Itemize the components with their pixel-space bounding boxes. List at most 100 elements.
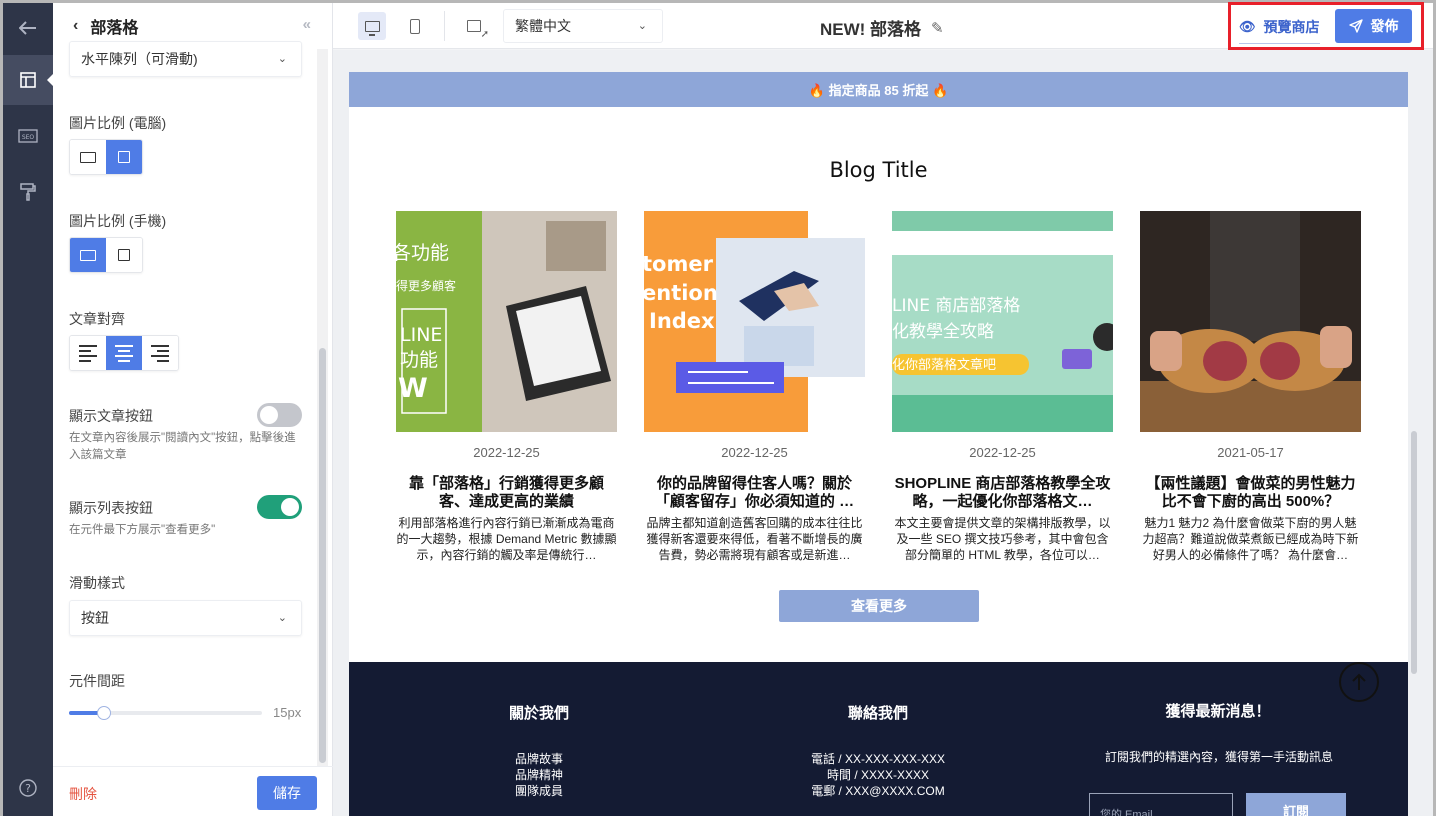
- post-title[interactable]: 你的品牌留得住客人嗎？關於「顧客留存」你必須知道的 …: [644, 475, 865, 511]
- arrow-up-icon: [1352, 673, 1366, 690]
- svg-text:SEO: SEO: [22, 134, 35, 141]
- show-article-button-label: 顯示文章按鈕: [69, 408, 153, 424]
- blog-section-title: Blog Title: [829, 158, 928, 182]
- send-icon: [1348, 19, 1363, 33]
- show-list-button-label: 顯示列表按鈕: [69, 500, 153, 516]
- footer-contact-lines: 電話 / XX-XXX-XXX-XXX 時間 / XXXX-XXXX 電郵 / …: [758, 751, 998, 799]
- view-more-button[interactable]: 查看更多: [779, 590, 979, 622]
- slider-handle[interactable]: [96, 706, 111, 720]
- edit-pencil-icon[interactable]: ✎: [931, 19, 944, 37]
- align-segment: [69, 335, 179, 371]
- footer-link[interactable]: 團隊成員: [419, 783, 659, 799]
- preview-canvas: 🔥 指定商品 85 折起 🔥 Blog Title 各功能 得更多顧客 LINE…: [333, 50, 1433, 816]
- canvas-scrollbar[interactable]: [1411, 431, 1417, 674]
- scroll-style-select[interactable]: 按鈕 ⌄: [69, 600, 302, 636]
- post-excerpt: 魅力1 魅力2 為什麼會做菜下廚的男人魅力超高？難道說做菜煮飯已經成為時下新好男…: [1142, 516, 1359, 562]
- landscape-ratio-icon: [80, 249, 96, 261]
- footer-link[interactable]: 品牌精神: [419, 767, 659, 783]
- language-select[interactable]: 繁體中文 ⌄: [503, 9, 663, 43]
- post-excerpt: 品牌主都知道創造舊客回購的成本往往比獲得新客還要來得低，看著不斷增長的廣告費，勢…: [646, 516, 863, 562]
- promo-banner[interactable]: 🔥 指定商品 85 折起 🔥: [349, 72, 1408, 107]
- show-article-button-desc: 在文章內容後展示"閱讀內文"按鈕，點擊後進入該篇文章: [69, 432, 296, 461]
- post-excerpt: 利用部落格進行內容行銷已漸漸成為電商的一大趨勢，根據 Demand Metric…: [396, 516, 617, 562]
- post-date: 2021-05-17: [1217, 445, 1284, 460]
- help-icon[interactable]: ?: [3, 763, 53, 813]
- align-center-option[interactable]: [106, 336, 142, 370]
- ratio-mobile-label: 圖片比例 (手機): [69, 213, 167, 229]
- thumb-text: W: [398, 373, 428, 404]
- store-footer: 關於我們 品牌故事 品牌精神 團隊成員 聯絡我們 電話 / XX-XXX-XXX…: [349, 662, 1408, 816]
- square-ratio-icon: [118, 151, 130, 163]
- subscribe-button[interactable]: 訂閱: [1246, 793, 1346, 816]
- paint-roller-icon[interactable]: [3, 167, 53, 217]
- delete-button[interactable]: 刪除: [69, 784, 97, 804]
- toggle-knob: [260, 406, 278, 424]
- editor-topbar: 繁體中文 ⌄ NEW! 部落格 ✎ 👁 預覽商店 發佈: [333, 2, 1433, 50]
- select-element-button[interactable]: [460, 12, 489, 40]
- thumb-text: ention: [644, 281, 718, 305]
- footer-news-desc: 訂閱我們的精選內容，獲得第一手活動訊息: [1104, 750, 1333, 764]
- language-value: 繁體中文: [515, 18, 571, 34]
- landscape-ratio-icon: [80, 151, 96, 163]
- thumb-text: tomer: [644, 252, 714, 276]
- spacing-slider[interactable]: [69, 706, 262, 720]
- chevron-down-icon: ⌄: [277, 612, 287, 624]
- thumb-text: 化你部落格文章吧: [892, 357, 996, 373]
- square-ratio-icon: [118, 249, 130, 261]
- chevron-down-icon: ⌄: [277, 53, 287, 65]
- settings-panel: ‹ 部落格 « 水平陳列（可滑動) ⌄ 圖片比例 (電腦) 圖片比例 (手機) …: [53, 3, 333, 816]
- align-center-icon: [115, 344, 133, 362]
- post-thumbnail[interactable]: [1140, 211, 1361, 432]
- ratio-square-option[interactable]: [106, 238, 142, 272]
- desktop-icon: [364, 20, 380, 36]
- thumb-text: 功能: [400, 349, 438, 371]
- ratio-landscape-option[interactable]: [70, 140, 106, 174]
- post-thumbnail[interactable]: LINE 商店部落格 化教學全攻略 化你部落格文章吧: [892, 211, 1113, 432]
- align-label: 文章對齊: [69, 311, 125, 327]
- show-list-button-toggle[interactable]: [257, 495, 302, 519]
- cursor-select-icon: [467, 20, 489, 40]
- footer-about-title: 關於我們: [508, 705, 569, 722]
- collapse-panel-icon[interactable]: «: [303, 16, 311, 33]
- publish-button[interactable]: 發佈: [1335, 9, 1412, 43]
- seo-icon[interactable]: SEO: [3, 111, 53, 161]
- post-thumbnail[interactable]: tomer ention Index: [644, 211, 865, 432]
- footer-about-links: 品牌故事 品牌精神 團隊成員: [419, 751, 659, 799]
- thumb-text: 各功能: [396, 242, 449, 264]
- layout-select[interactable]: 水平陳列（可滑動) ⌄: [69, 41, 302, 77]
- email-field[interactable]: 您的 Email: [1089, 793, 1233, 816]
- align-right-icon: [151, 344, 169, 362]
- scroll-style-value: 按鈕: [81, 610, 109, 626]
- ratio-mobile-segment: [69, 237, 143, 273]
- scroll-style-label: 滑動樣式: [69, 575, 125, 591]
- panel-scrollbar[interactable]: [319, 348, 326, 763]
- panel-footer: 刪除 儲存: [53, 766, 333, 816]
- post-title[interactable]: SHOPLINE 商店部落格教學全攻略，一起優化你部落格文…: [892, 475, 1113, 511]
- post-thumbnail[interactable]: 各功能 得更多顧客 LINE 功能 W: [396, 211, 617, 432]
- save-button[interactable]: 儲存: [257, 776, 317, 810]
- footer-news-title: 獲得最新消息！: [1165, 703, 1271, 720]
- thumb-text: Index: [649, 309, 715, 333]
- spacing-label: 元件間距: [69, 673, 125, 689]
- footer-link[interactable]: 品牌故事: [419, 751, 659, 767]
- desktop-view-button[interactable]: [358, 12, 386, 40]
- post-title[interactable]: 【兩性議題】會做菜的男性魅力比不會下廚的高出 500%？: [1140, 475, 1361, 511]
- back-to-top-button[interactable]: [1339, 662, 1379, 702]
- chevron-left-icon[interactable]: ‹: [73, 17, 78, 35]
- ratio-square-option[interactable]: [106, 140, 142, 174]
- page-title: NEW! 部落格: [820, 20, 922, 39]
- align-right-option[interactable]: [142, 336, 178, 370]
- publish-label: 發佈: [1370, 18, 1399, 34]
- post-title[interactable]: 靠「部落格」行銷獲得更多顧客、達成更高的業績: [396, 475, 617, 511]
- contact-email: 電郵 / XXX@XXXX.COM: [811, 784, 945, 798]
- chevron-down-icon: ⌄: [637, 20, 647, 32]
- preview-store-button[interactable]: 👁 預覽商店: [1239, 13, 1320, 44]
- show-article-button-toggle[interactable]: [257, 403, 302, 427]
- ratio-landscape-option[interactable]: [70, 238, 106, 272]
- preview-store-label: 預覽商店: [1263, 19, 1320, 35]
- mobile-view-button[interactable]: [401, 12, 429, 40]
- post-date: 2022-12-25: [721, 445, 788, 460]
- layout-icon[interactable]: [3, 55, 53, 105]
- back-arrow-icon[interactable]: [3, 3, 53, 53]
- align-left-option[interactable]: [70, 336, 106, 370]
